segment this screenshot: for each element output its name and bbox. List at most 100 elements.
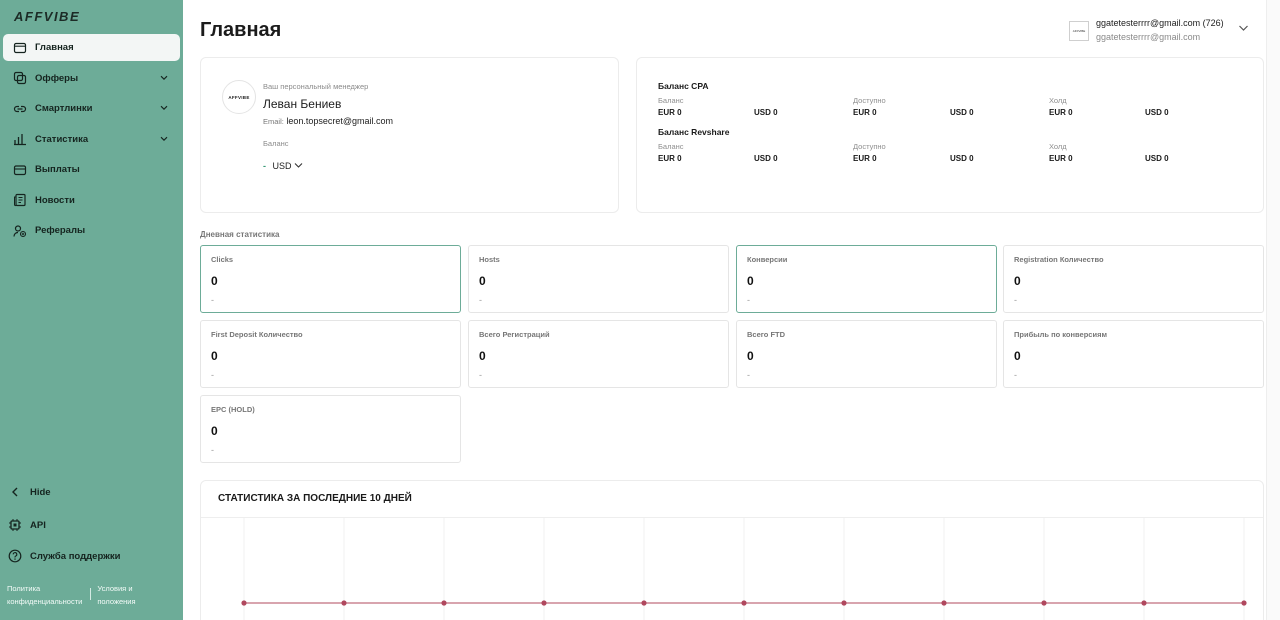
balance-value: -	[263, 161, 266, 171]
page-title: Главная	[200, 19, 282, 41]
bar-chart-icon	[13, 132, 27, 146]
manager-logo: AFFVIBE	[222, 80, 256, 114]
revshare-col-label: Доступно	[853, 142, 886, 151]
chart-point[interactable]	[741, 600, 747, 606]
user-avatar: AFFVIBE	[1069, 21, 1089, 41]
balance-label: Баланс	[263, 139, 289, 148]
sidebar: AFFVIBE Главная Офферы Смартлинки Статистик…	[0, 0, 183, 620]
line-chart	[241, 518, 1247, 620]
manager-email-row: Email: leon.topsecret@gmail.com	[263, 116, 393, 126]
currency-value: USD	[272, 161, 292, 171]
window-icon	[13, 41, 27, 55]
stat-value: 0	[1014, 349, 1021, 363]
sidebar-item-5[interactable]: Новости	[3, 187, 180, 214]
stat-value: 0	[211, 424, 218, 438]
chart-point[interactable]	[541, 600, 547, 606]
stat-value: 0	[211, 274, 218, 288]
user-menu[interactable]: AFFVIBE ggatetesterrrr@gmail.com (726) g…	[1069, 17, 1249, 44]
hide-sidebar-button[interactable]: Hide	[8, 485, 51, 499]
cpa-balance-value: USD 0	[950, 108, 974, 117]
revshare-balance-value: USD 0	[950, 154, 974, 163]
main-content: Главная AFFVIBE ggatetesterrrr@gmail.com…	[183, 0, 1280, 620]
currency-select[interactable]: - USD	[263, 161, 303, 171]
stat-label: Всего Регистраций	[479, 330, 550, 339]
chevron-down-icon[interactable]	[160, 134, 168, 144]
api-link[interactable]: API	[8, 518, 46, 532]
revshare-title: Баланс Revshare	[658, 127, 730, 137]
sidebar-item-label: Офферы	[35, 72, 79, 84]
stat-delta: -	[211, 295, 214, 305]
sidebar-item-3[interactable]: Статистика	[3, 126, 180, 153]
hide-label: Hide	[30, 486, 51, 498]
chart-point[interactable]	[1241, 600, 1247, 606]
chevron-down-icon[interactable]	[160, 73, 168, 83]
sidebar-item-4[interactable]: Выплаты	[3, 156, 180, 183]
sidebar-item-label: Рефералы	[35, 225, 86, 236]
stat-card: Конверсии 0 -	[736, 245, 997, 313]
chart-point[interactable]	[841, 600, 847, 606]
terms-line2: положения	[97, 597, 136, 606]
stat-delta: -	[211, 370, 214, 380]
revshare-balance-value: USD 0	[754, 154, 778, 163]
stat-label: Hosts	[479, 255, 500, 264]
stat-label: First Deposit Количество	[211, 330, 303, 339]
manager-label: Ваш персональный менеджер	[263, 82, 369, 91]
chart-title: СТАТИСТИКА ЗА ПОСЛЕДНИЕ 10 ДНЕЙ	[218, 493, 412, 504]
revshare-balance-value: USD 0	[1145, 154, 1169, 163]
chevron-down-icon	[294, 161, 303, 171]
stat-value: 0	[747, 349, 754, 363]
stat-delta: -	[1014, 370, 1017, 380]
manager-email[interactable]: leon.topsecret@gmail.com	[286, 116, 393, 126]
chart-point[interactable]	[641, 600, 647, 606]
sidebar-item-2[interactable]: Смартлинки	[3, 95, 180, 122]
cpa-col-label: Баланс	[658, 96, 684, 105]
revshare-balance-value: EUR 0	[853, 154, 877, 163]
chip-icon	[8, 518, 22, 532]
user-info: ggatetesterrrr@gmail.com (726) ggatetest…	[1096, 17, 1224, 44]
chart-card: СТАТИСТИКА ЗА ПОСЛЕДНИЕ 10 ДНЕЙ	[200, 480, 1264, 620]
cpa-col-label: Доступно	[853, 96, 886, 105]
stat-card: Всего FTD 0 -	[736, 320, 997, 388]
balances-card: Баланс CPA Баланс Revshare Баланс Доступн…	[636, 57, 1264, 213]
api-label: API	[30, 519, 46, 531]
chart-point[interactable]	[1141, 600, 1147, 606]
privacy-policy-link[interactable]: Политика конфиденциальности	[7, 582, 82, 608]
sidebar-item-6[interactable]: Рефералы	[3, 217, 180, 244]
link-icon	[13, 102, 27, 116]
chart-point[interactable]	[1041, 600, 1047, 606]
scrollbar[interactable]	[1266, 0, 1280, 620]
help-circle-icon	[8, 549, 22, 563]
sidebar-item-label: Статистика	[35, 133, 89, 145]
revshare-balance-value: EUR 0	[658, 154, 682, 163]
chevron-down-icon[interactable]	[1238, 23, 1249, 35]
terms-line1: Условия и	[97, 584, 133, 593]
stat-value: 0	[211, 349, 218, 363]
cpa-balance-value: USD 0	[1145, 108, 1169, 117]
stat-card: Прибыль по конверсиям 0 -	[1003, 320, 1264, 388]
revshare-balance-group: Баланс Revshare	[658, 127, 729, 137]
stat-label: Clicks	[211, 255, 234, 264]
stat-value: 0	[747, 274, 754, 288]
chart-point[interactable]	[441, 600, 447, 606]
chart-point[interactable]	[341, 600, 347, 606]
stat-card: EPC (HOLD) 0 -	[200, 395, 461, 463]
support-link[interactable]: Служба поддержки	[8, 549, 120, 563]
sidebar-item-0[interactable]: Главная	[3, 34, 180, 61]
stat-value: 0	[1014, 274, 1021, 288]
sidebar-item-label: Новости	[35, 194, 75, 206]
sidebar-item-1[interactable]: Офферы	[3, 65, 180, 92]
email-key: Email:	[263, 117, 284, 126]
stat-card: Hosts 0 -	[468, 245, 729, 313]
manager-card: AFFVIBE Ваш персональный менеджер Леван …	[200, 57, 619, 213]
stat-card: Всего Регистраций 0 -	[468, 320, 729, 388]
stat-delta: -	[1014, 295, 1017, 305]
sidebar-item-label: Выплаты	[35, 164, 80, 175]
chevron-down-icon[interactable]	[160, 103, 168, 113]
chart-point[interactable]	[241, 600, 247, 606]
cpa-balance-value: USD 0	[754, 108, 778, 117]
brand-logo[interactable]: AFFVIBE	[14, 9, 80, 24]
stat-delta: -	[747, 295, 750, 305]
chart-point[interactable]	[941, 600, 947, 606]
terms-link[interactable]: Условия и положения	[97, 582, 135, 608]
offers-icon	[13, 71, 27, 85]
